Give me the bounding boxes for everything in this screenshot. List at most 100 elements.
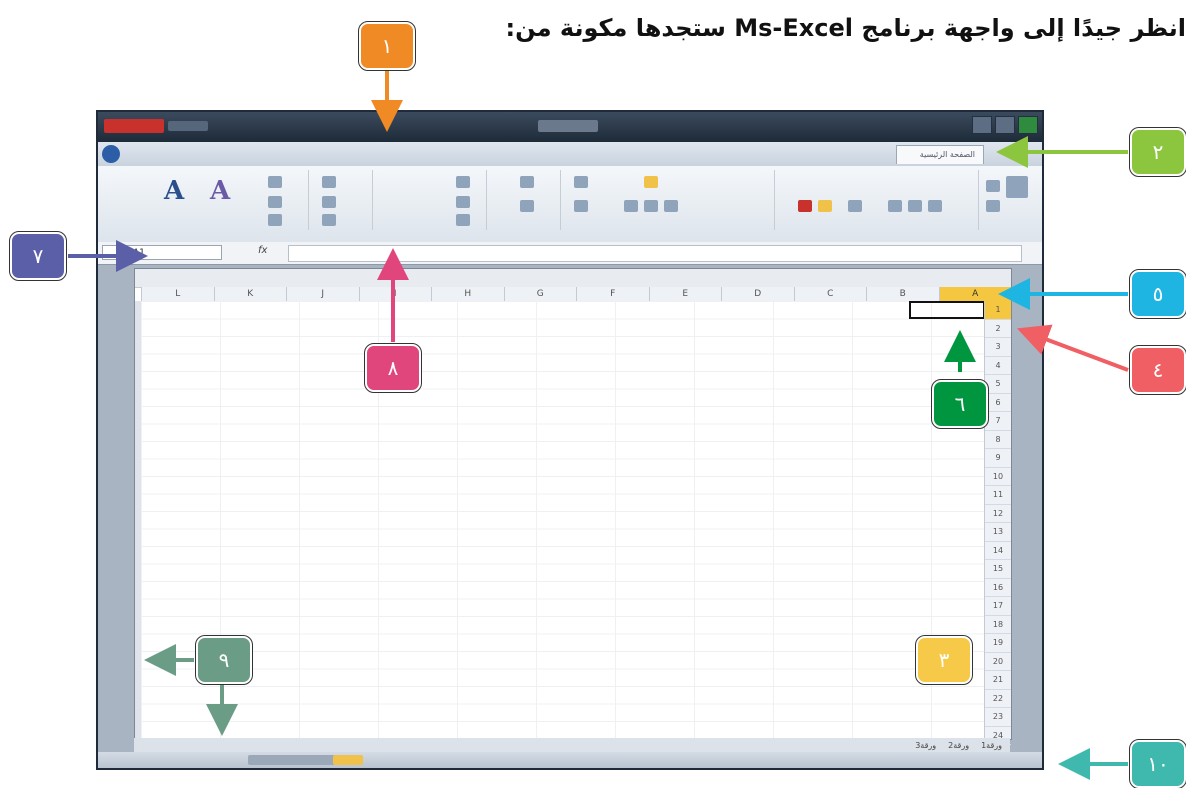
office-logo-icon: [104, 119, 164, 133]
row-header-18[interactable]: 18: [985, 616, 1011, 634]
paste-icon[interactable]: [1006, 176, 1028, 198]
sheet-tabs: ورقة1 ورقة2 ورقة3: [134, 738, 1010, 752]
italic-icon[interactable]: [908, 200, 922, 212]
row-header-13[interactable]: 13: [985, 523, 1011, 542]
window-title: [538, 120, 598, 132]
ribbon-group-cells: [312, 170, 373, 230]
ribbon-group-editing: A A: [158, 170, 309, 230]
conditional-format-icon[interactable]: [456, 176, 470, 188]
cut-icon[interactable]: [986, 180, 1000, 192]
workbook-window: ABCDEFGHIJKL 1 2 3 4 5 6 7 8 9 10 11 12 13 14 15 16 17 18…: [134, 268, 1012, 745]
tab-view[interactable]: [776, 145, 792, 163]
row-header-5[interactable]: 5: [985, 375, 1011, 394]
row-header-15[interactable]: 15: [985, 560, 1011, 579]
wrap-text-icon[interactable]: [574, 176, 588, 188]
column-header-l[interactable]: L: [141, 287, 214, 301]
maximize-icon[interactable]: [995, 116, 1015, 134]
row-header-11[interactable]: 11: [985, 486, 1011, 505]
row-header-9[interactable]: 9: [985, 449, 1011, 468]
status-bar: [98, 752, 1042, 768]
cells-grid[interactable]: [141, 301, 985, 739]
row-header-17[interactable]: 17: [985, 597, 1011, 616]
zoom-slider[interactable]: [333, 755, 363, 765]
insert-cells-icon[interactable]: [322, 176, 336, 188]
window-controls: [972, 116, 1038, 134]
callout-2: ٢: [1129, 127, 1186, 177]
align-top-icon[interactable]: [644, 176, 658, 188]
column-header-a[interactable]: A: [938, 287, 1011, 301]
row-header-21[interactable]: 21: [985, 671, 1011, 690]
sort-filter-icon[interactable]: A: [164, 176, 184, 206]
column-header-k[interactable]: K: [213, 287, 286, 301]
row-header-2[interactable]: 2: [985, 320, 1011, 338]
row-header-20[interactable]: 20: [985, 653, 1011, 671]
row-header-8[interactable]: 8: [985, 431, 1011, 449]
column-header-g[interactable]: G: [503, 287, 576, 301]
quick-access-toolbar[interactable]: [104, 117, 214, 135]
format-cells-icon[interactable]: [322, 214, 336, 226]
row-header-7[interactable]: 7: [985, 412, 1011, 431]
highlight-icon[interactable]: [818, 200, 832, 212]
find-select-icon[interactable]: A: [210, 176, 230, 206]
row-header-1[interactable]: 1: [985, 301, 1011, 320]
bold-icon[interactable]: [928, 200, 942, 212]
formula-bar[interactable]: [288, 245, 1022, 262]
row-header-22[interactable]: 22: [985, 690, 1011, 708]
font-color-icon[interactable]: [798, 200, 812, 212]
column-header-i[interactable]: I: [358, 287, 431, 301]
tab-insert[interactable]: [876, 145, 892, 163]
row-header-16[interactable]: 16: [985, 579, 1011, 597]
column-header-e[interactable]: E: [648, 287, 721, 301]
title-bar: [98, 112, 1042, 142]
row-header-6[interactable]: 6: [985, 394, 1011, 412]
workbook-titlebar: [135, 269, 1011, 288]
copy-icon[interactable]: [986, 200, 1000, 212]
sheet-tab-2[interactable]: ورقة2: [948, 741, 969, 750]
delete-cells-icon[interactable]: [322, 196, 336, 208]
fill-icon[interactable]: [268, 196, 282, 208]
row-header-19[interactable]: 19: [985, 634, 1011, 653]
row-header-14[interactable]: 14: [985, 542, 1011, 560]
row-header-4[interactable]: 4: [985, 357, 1011, 375]
help-icon[interactable]: [102, 145, 120, 163]
sheet-tab-3[interactable]: ورقة3: [915, 741, 936, 750]
row-header-10[interactable]: 10: [985, 468, 1011, 486]
cell-styles-icon[interactable]: [456, 214, 470, 226]
sheet-tab-1[interactable]: ورقة1: [981, 741, 1002, 750]
format-table-icon[interactable]: [456, 196, 470, 208]
fx-icon[interactable]: fx: [258, 245, 267, 256]
decimal-icon[interactable]: [520, 200, 534, 212]
callout-9: ٩: [195, 635, 253, 685]
active-cell[interactable]: [909, 301, 985, 319]
column-header-j[interactable]: J: [286, 287, 359, 301]
tab-page-layout[interactable]: [856, 145, 872, 163]
row-header-23[interactable]: 23: [985, 708, 1011, 727]
column-header-c[interactable]: C: [793, 287, 866, 301]
ribbon-tabs: الصفحة الرئيسية: [98, 142, 1042, 166]
ribbon-group-clipboard: [982, 170, 1038, 230]
minimize-icon[interactable]: [972, 116, 992, 134]
column-header-b[interactable]: B: [866, 287, 939, 301]
row-header-12[interactable]: 12: [985, 505, 1011, 523]
page-headline: انظر جيدًا إلى واجهة برنامج Ms-Excel ستج…: [505, 14, 1186, 42]
row-header-3[interactable]: 3: [985, 338, 1011, 357]
quick-access-icons[interactable]: [168, 121, 208, 131]
tab-data[interactable]: [816, 145, 832, 163]
align-right-icon[interactable]: [624, 200, 638, 212]
column-header-h[interactable]: H: [431, 287, 504, 301]
tab-formulas[interactable]: [836, 145, 852, 163]
borders-icon[interactable]: [848, 200, 862, 212]
column-header-d[interactable]: D: [721, 287, 794, 301]
number-format-icon[interactable]: [520, 176, 534, 188]
merge-center-icon[interactable]: [574, 200, 588, 212]
tab-home[interactable]: الصفحة الرئيسية: [896, 145, 984, 164]
align-center-icon[interactable]: [644, 200, 658, 212]
underline-icon[interactable]: [888, 200, 902, 212]
tab-review[interactable]: [796, 145, 812, 163]
autosum-icon[interactable]: [268, 176, 282, 188]
name-box[interactable]: A1: [102, 245, 222, 260]
clear-icon[interactable]: [268, 214, 282, 226]
align-left-icon[interactable]: [664, 200, 678, 212]
column-header-f[interactable]: F: [576, 287, 649, 301]
callout-3: ٣: [915, 635, 973, 685]
